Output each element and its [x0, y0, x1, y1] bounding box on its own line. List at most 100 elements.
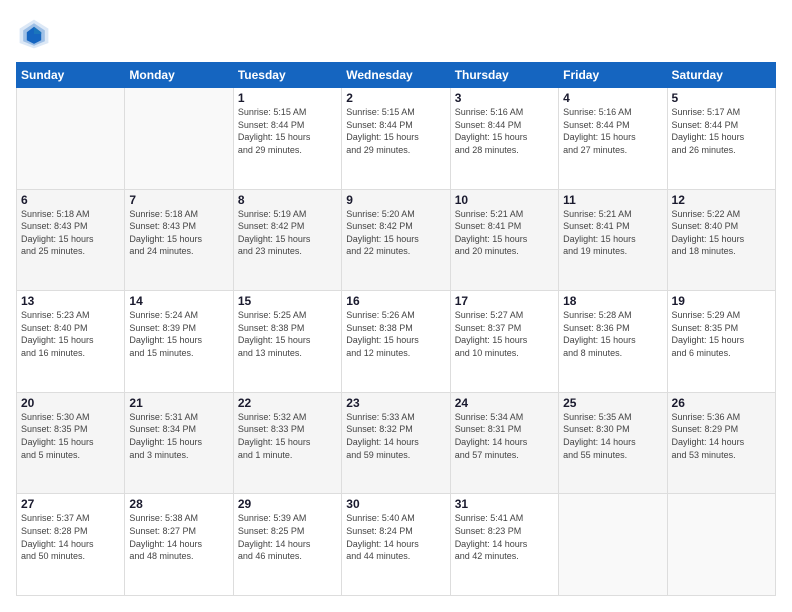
day-number: 4 [563, 91, 662, 105]
calendar-cell [667, 494, 775, 596]
calendar-cell: 16Sunrise: 5:26 AM Sunset: 8:38 PM Dayli… [342, 291, 450, 393]
day-number: 6 [21, 193, 120, 207]
day-number: 18 [563, 294, 662, 308]
day-info: Sunrise: 5:25 AM Sunset: 8:38 PM Dayligh… [238, 309, 337, 359]
day-number: 30 [346, 497, 445, 511]
calendar-cell: 24Sunrise: 5:34 AM Sunset: 8:31 PM Dayli… [450, 392, 558, 494]
day-info: Sunrise: 5:16 AM Sunset: 8:44 PM Dayligh… [455, 106, 554, 156]
logo [16, 16, 56, 52]
day-info: Sunrise: 5:17 AM Sunset: 8:44 PM Dayligh… [672, 106, 771, 156]
day-number: 20 [21, 396, 120, 410]
calendar-cell: 20Sunrise: 5:30 AM Sunset: 8:35 PM Dayli… [17, 392, 125, 494]
calendar-week-row: 20Sunrise: 5:30 AM Sunset: 8:35 PM Dayli… [17, 392, 776, 494]
day-number: 16 [346, 294, 445, 308]
calendar-cell: 7Sunrise: 5:18 AM Sunset: 8:43 PM Daylig… [125, 189, 233, 291]
day-number: 17 [455, 294, 554, 308]
page: SundayMondayTuesdayWednesdayThursdayFrid… [0, 0, 792, 612]
day-number: 7 [129, 193, 228, 207]
calendar-cell: 5Sunrise: 5:17 AM Sunset: 8:44 PM Daylig… [667, 88, 775, 190]
weekday-header-row: SundayMondayTuesdayWednesdayThursdayFrid… [17, 63, 776, 88]
calendar-cell: 21Sunrise: 5:31 AM Sunset: 8:34 PM Dayli… [125, 392, 233, 494]
day-info: Sunrise: 5:28 AM Sunset: 8:36 PM Dayligh… [563, 309, 662, 359]
day-number: 24 [455, 396, 554, 410]
day-info: Sunrise: 5:41 AM Sunset: 8:23 PM Dayligh… [455, 512, 554, 562]
calendar-header: SundayMondayTuesdayWednesdayThursdayFrid… [17, 63, 776, 88]
calendar-cell: 3Sunrise: 5:16 AM Sunset: 8:44 PM Daylig… [450, 88, 558, 190]
weekday-header: Thursday [450, 63, 558, 88]
calendar-cell: 10Sunrise: 5:21 AM Sunset: 8:41 PM Dayli… [450, 189, 558, 291]
calendar-cell: 13Sunrise: 5:23 AM Sunset: 8:40 PM Dayli… [17, 291, 125, 393]
day-number: 21 [129, 396, 228, 410]
day-number: 12 [672, 193, 771, 207]
weekday-header: Monday [125, 63, 233, 88]
day-number: 28 [129, 497, 228, 511]
day-info: Sunrise: 5:40 AM Sunset: 8:24 PM Dayligh… [346, 512, 445, 562]
day-info: Sunrise: 5:34 AM Sunset: 8:31 PM Dayligh… [455, 411, 554, 461]
header [16, 16, 776, 52]
calendar-week-row: 13Sunrise: 5:23 AM Sunset: 8:40 PM Dayli… [17, 291, 776, 393]
day-number: 14 [129, 294, 228, 308]
calendar-week-row: 6Sunrise: 5:18 AM Sunset: 8:43 PM Daylig… [17, 189, 776, 291]
day-number: 31 [455, 497, 554, 511]
calendar-cell: 4Sunrise: 5:16 AM Sunset: 8:44 PM Daylig… [559, 88, 667, 190]
day-info: Sunrise: 5:37 AM Sunset: 8:28 PM Dayligh… [21, 512, 120, 562]
day-info: Sunrise: 5:32 AM Sunset: 8:33 PM Dayligh… [238, 411, 337, 461]
calendar-cell: 11Sunrise: 5:21 AM Sunset: 8:41 PM Dayli… [559, 189, 667, 291]
calendar-cell [125, 88, 233, 190]
calendar-cell: 6Sunrise: 5:18 AM Sunset: 8:43 PM Daylig… [17, 189, 125, 291]
day-number: 19 [672, 294, 771, 308]
calendar-cell: 22Sunrise: 5:32 AM Sunset: 8:33 PM Dayli… [233, 392, 341, 494]
calendar-cell: 19Sunrise: 5:29 AM Sunset: 8:35 PM Dayli… [667, 291, 775, 393]
day-info: Sunrise: 5:19 AM Sunset: 8:42 PM Dayligh… [238, 208, 337, 258]
day-number: 25 [563, 396, 662, 410]
day-info: Sunrise: 5:38 AM Sunset: 8:27 PM Dayligh… [129, 512, 228, 562]
day-info: Sunrise: 5:39 AM Sunset: 8:25 PM Dayligh… [238, 512, 337, 562]
calendar-cell: 25Sunrise: 5:35 AM Sunset: 8:30 PM Dayli… [559, 392, 667, 494]
day-number: 15 [238, 294, 337, 308]
calendar-cell: 23Sunrise: 5:33 AM Sunset: 8:32 PM Dayli… [342, 392, 450, 494]
day-number: 29 [238, 497, 337, 511]
calendar-cell: 17Sunrise: 5:27 AM Sunset: 8:37 PM Dayli… [450, 291, 558, 393]
day-info: Sunrise: 5:29 AM Sunset: 8:35 PM Dayligh… [672, 309, 771, 359]
weekday-header: Saturday [667, 63, 775, 88]
day-info: Sunrise: 5:22 AM Sunset: 8:40 PM Dayligh… [672, 208, 771, 258]
day-number: 3 [455, 91, 554, 105]
day-info: Sunrise: 5:35 AM Sunset: 8:30 PM Dayligh… [563, 411, 662, 461]
calendar-cell: 15Sunrise: 5:25 AM Sunset: 8:38 PM Dayli… [233, 291, 341, 393]
day-info: Sunrise: 5:23 AM Sunset: 8:40 PM Dayligh… [21, 309, 120, 359]
calendar-week-row: 1Sunrise: 5:15 AM Sunset: 8:44 PM Daylig… [17, 88, 776, 190]
calendar-cell: 1Sunrise: 5:15 AM Sunset: 8:44 PM Daylig… [233, 88, 341, 190]
day-number: 26 [672, 396, 771, 410]
day-info: Sunrise: 5:21 AM Sunset: 8:41 PM Dayligh… [563, 208, 662, 258]
day-info: Sunrise: 5:15 AM Sunset: 8:44 PM Dayligh… [238, 106, 337, 156]
day-number: 22 [238, 396, 337, 410]
day-info: Sunrise: 5:18 AM Sunset: 8:43 PM Dayligh… [129, 208, 228, 258]
calendar-table: SundayMondayTuesdayWednesdayThursdayFrid… [16, 62, 776, 596]
calendar-cell: 8Sunrise: 5:19 AM Sunset: 8:42 PM Daylig… [233, 189, 341, 291]
calendar-cell: 2Sunrise: 5:15 AM Sunset: 8:44 PM Daylig… [342, 88, 450, 190]
day-number: 1 [238, 91, 337, 105]
calendar-week-row: 27Sunrise: 5:37 AM Sunset: 8:28 PM Dayli… [17, 494, 776, 596]
day-info: Sunrise: 5:30 AM Sunset: 8:35 PM Dayligh… [21, 411, 120, 461]
day-info: Sunrise: 5:18 AM Sunset: 8:43 PM Dayligh… [21, 208, 120, 258]
day-info: Sunrise: 5:33 AM Sunset: 8:32 PM Dayligh… [346, 411, 445, 461]
day-info: Sunrise: 5:27 AM Sunset: 8:37 PM Dayligh… [455, 309, 554, 359]
calendar-cell: 28Sunrise: 5:38 AM Sunset: 8:27 PM Dayli… [125, 494, 233, 596]
day-info: Sunrise: 5:20 AM Sunset: 8:42 PM Dayligh… [346, 208, 445, 258]
logo-icon [16, 16, 52, 52]
day-number: 5 [672, 91, 771, 105]
day-number: 2 [346, 91, 445, 105]
calendar-cell: 29Sunrise: 5:39 AM Sunset: 8:25 PM Dayli… [233, 494, 341, 596]
day-info: Sunrise: 5:26 AM Sunset: 8:38 PM Dayligh… [346, 309, 445, 359]
day-info: Sunrise: 5:31 AM Sunset: 8:34 PM Dayligh… [129, 411, 228, 461]
calendar-cell [559, 494, 667, 596]
calendar-cell [17, 88, 125, 190]
day-number: 9 [346, 193, 445, 207]
day-info: Sunrise: 5:36 AM Sunset: 8:29 PM Dayligh… [672, 411, 771, 461]
calendar-cell: 30Sunrise: 5:40 AM Sunset: 8:24 PM Dayli… [342, 494, 450, 596]
calendar-cell: 26Sunrise: 5:36 AM Sunset: 8:29 PM Dayli… [667, 392, 775, 494]
day-info: Sunrise: 5:21 AM Sunset: 8:41 PM Dayligh… [455, 208, 554, 258]
weekday-header: Tuesday [233, 63, 341, 88]
day-number: 23 [346, 396, 445, 410]
calendar-cell: 18Sunrise: 5:28 AM Sunset: 8:36 PM Dayli… [559, 291, 667, 393]
